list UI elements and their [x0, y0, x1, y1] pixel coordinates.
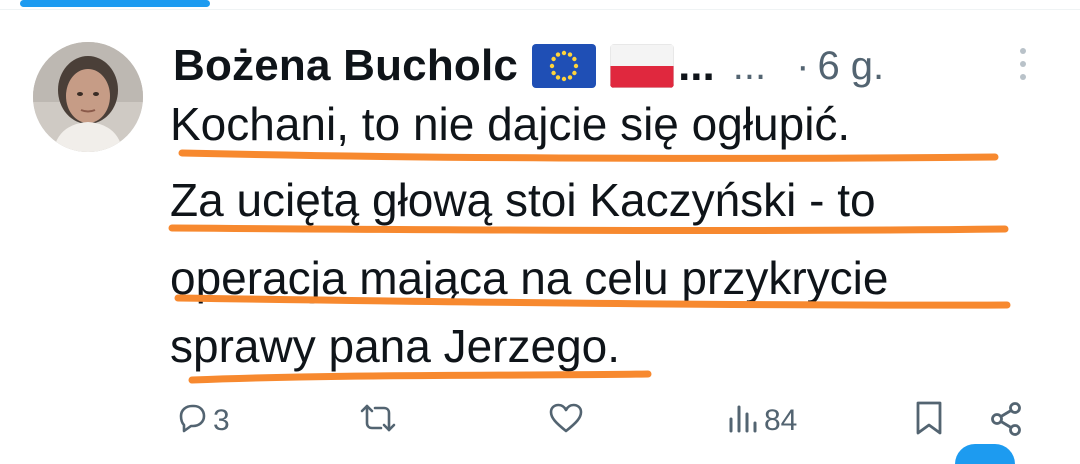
underline-stroke	[168, 224, 1009, 235]
author-name[interactable]: Bożena Bucholc	[173, 41, 518, 91]
retweet-button[interactable]	[358, 401, 398, 440]
timestamp[interactable]: 6 g.	[817, 44, 884, 89]
views-count: 84	[764, 403, 798, 437]
divider	[0, 9, 1080, 10]
share-button[interactable]	[988, 401, 1024, 442]
reply-button[interactable]: 3	[175, 401, 230, 440]
tweet-actions: 3 84	[0, 395, 1080, 451]
scroll-indicator	[20, 0, 210, 7]
bookmark-button[interactable]	[913, 399, 945, 442]
tweet-line: sprawy pana Jerzego.	[170, 320, 621, 372]
views-icon	[726, 401, 760, 440]
tweet-line: Kochani, to nie dajcie się ogłupić.	[170, 98, 851, 150]
tweet-header: Bożena Bucholc ... ... · 6 g.	[173, 36, 1033, 96]
share-icon	[988, 401, 1024, 442]
tweet-line: Za uciętą głową stoi Kaczyński - to	[170, 174, 876, 226]
separator-dot: ·	[796, 43, 810, 88]
tweet-line: operacja mająca na celu przykrycie	[170, 252, 889, 304]
views-button[interactable]: 84	[726, 401, 797, 440]
like-button[interactable]	[548, 401, 584, 440]
avatar[interactable]	[33, 42, 143, 152]
eu-flag-icon	[532, 44, 597, 88]
top-separator	[0, 0, 1080, 10]
bookmark-icon	[913, 399, 945, 442]
poland-flag-icon	[610, 44, 675, 88]
reply-count: 3	[213, 403, 230, 437]
reply-icon	[175, 401, 209, 440]
underline-stroke	[188, 370, 652, 384]
name-truncation: ...	[678, 41, 715, 90]
compose-button-edge[interactable]	[955, 444, 1015, 464]
retweet-icon	[358, 401, 398, 440]
underline-stroke	[178, 149, 999, 162]
more-vertical-icon[interactable]	[1015, 46, 1031, 82]
author-handle[interactable]: ...	[733, 44, 766, 89]
heart-icon	[548, 401, 584, 440]
